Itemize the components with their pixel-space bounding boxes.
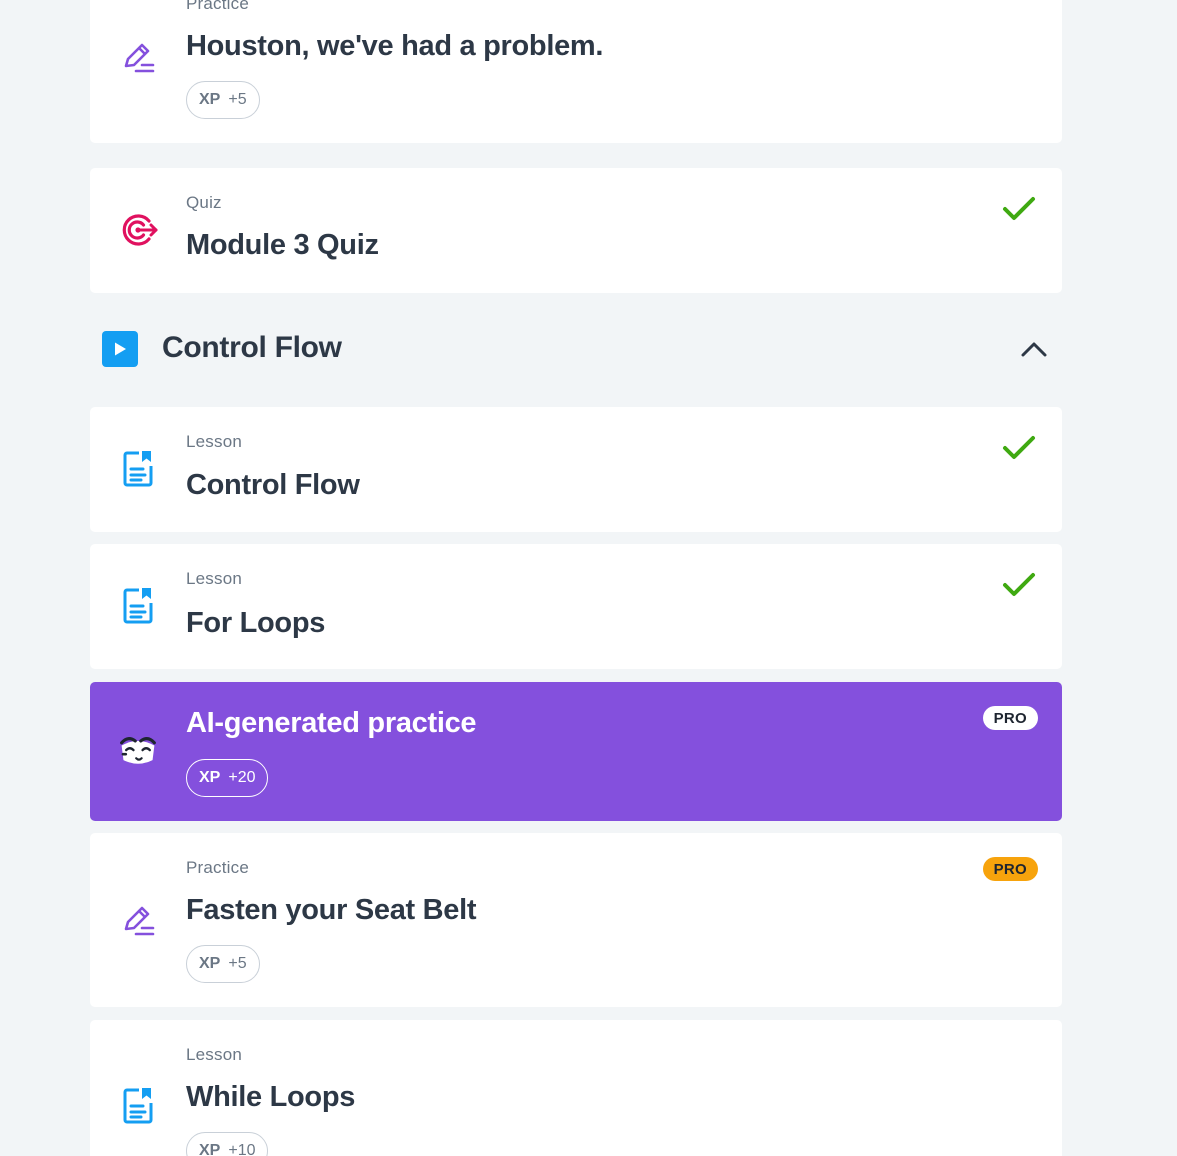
xp-value: +20 (228, 769, 256, 786)
play-icon (102, 331, 138, 367)
section-header-control-flow[interactable]: Control Flow (90, 319, 1062, 379)
xp-pill: XP +5 (186, 945, 260, 983)
card-title: Fasten your Seat Belt (186, 894, 477, 926)
lesson-doc-icon (118, 1086, 158, 1126)
card-kind-label: Lesson (186, 569, 243, 588)
check-icon (1003, 573, 1035, 596)
pencil-icon (118, 899, 158, 939)
card-kind-label: Lesson (186, 432, 243, 451)
check-icon (1003, 197, 1035, 220)
xp-value: +5 (228, 91, 247, 108)
practice-card-seat-belt[interactable]: Practice Fasten your Seat Belt XP +5 PRO (90, 833, 1062, 1007)
lesson-card-for-loops[interactable]: Lesson For Loops (90, 544, 1062, 669)
quiz-card-module-3[interactable]: Quiz Module 3 Quiz (90, 168, 1062, 293)
xp-label: XP (199, 1142, 221, 1156)
card-title: Houston, we've had a problem. (186, 30, 604, 62)
section-title: Control Flow (162, 331, 342, 364)
xp-pill: XP +10 (186, 1132, 269, 1156)
ai-practice-card[interactable]: AI-generated practice XP +20 PRO (90, 682, 1062, 821)
card-kind-label: Practice (186, 0, 250, 13)
xp-label: XP (199, 955, 221, 972)
pro-badge: PRO (982, 857, 1038, 881)
card-title: For Loops (186, 607, 326, 639)
card-kind-label: Lesson (186, 1045, 243, 1064)
chevron-up-icon[interactable] (1020, 335, 1048, 363)
pro-badge: PRO (982, 706, 1038, 730)
course-module-list: Practice Houston, we've had a problem. X… (0, 0, 1177, 1156)
lesson-card-control-flow[interactable]: Lesson Control Flow (90, 407, 1062, 532)
check-icon (1003, 436, 1035, 459)
lesson-card-while-loops[interactable]: Lesson While Loops XP +10 (90, 1020, 1062, 1156)
lesson-doc-icon (118, 449, 158, 489)
xp-label: XP (199, 91, 221, 108)
card-title: Module 3 Quiz (186, 229, 379, 261)
card-kind-label: Quiz (186, 193, 222, 212)
xp-pill: XP +20 (186, 759, 269, 797)
ai-mascot-icon (118, 731, 158, 771)
xp-value: +5 (228, 955, 247, 972)
card-title: While Loops (186, 1081, 356, 1113)
practice-card-houston[interactable]: Practice Houston, we've had a problem. X… (90, 0, 1062, 143)
target-icon (118, 210, 158, 250)
xp-value: +10 (228, 1142, 256, 1156)
card-title: AI-generated practice (186, 707, 477, 739)
pencil-icon (118, 36, 158, 76)
lesson-doc-icon (118, 586, 158, 626)
xp-pill: XP +5 (186, 81, 260, 119)
card-kind-label: Practice (186, 858, 250, 877)
xp-label: XP (199, 769, 221, 786)
card-title: Control Flow (186, 469, 360, 501)
